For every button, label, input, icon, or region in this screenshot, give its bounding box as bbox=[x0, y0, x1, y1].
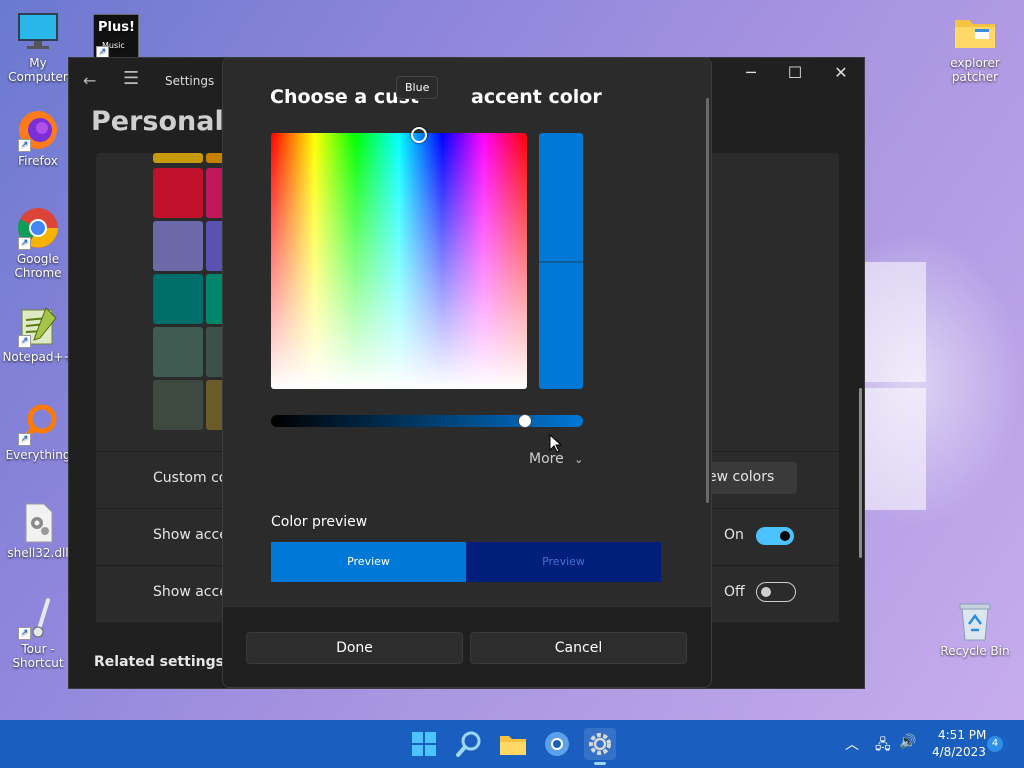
recycle-bin-icon bbox=[953, 598, 997, 642]
view-colors-label: ew colors bbox=[708, 469, 775, 485]
search-button[interactable] bbox=[453, 728, 485, 760]
done-button[interactable]: Done bbox=[246, 632, 463, 664]
desktop-icon-label: My Computer bbox=[8, 56, 68, 84]
start-button[interactable] bbox=[408, 728, 440, 760]
desktop-icon-label: Everything bbox=[5, 448, 71, 462]
wallpaper-logo-pane bbox=[864, 388, 926, 510]
mouse-cursor-icon bbox=[549, 434, 563, 453]
desktop-icon-chrome[interactable]: ↗ Google Chrome bbox=[0, 206, 76, 280]
desktop-icon-plus-music[interactable]: Plus! Music ↗ bbox=[78, 14, 154, 62]
chrome-icon: ↗ bbox=[16, 206, 60, 250]
windows-logo-icon bbox=[412, 732, 436, 756]
plus-music-icon: Plus! Music ↗ bbox=[93, 14, 139, 60]
color-spectrum[interactable] bbox=[271, 133, 527, 389]
dialog-scrollbar[interactable] bbox=[706, 98, 709, 503]
dialog-title-part2: accent color bbox=[471, 86, 602, 108]
clock-time[interactable]: 4:51 PM bbox=[938, 728, 986, 742]
back-arrow-icon[interactable]: ← bbox=[83, 71, 96, 90]
desktop-icon-label: explorer patcher bbox=[950, 56, 1000, 84]
desktop-icon-label: Google Chrome bbox=[14, 252, 62, 280]
chevron-down-icon: ⌄ bbox=[574, 453, 584, 466]
dll-file-icon bbox=[16, 500, 60, 544]
value-slider[interactable] bbox=[271, 414, 583, 428]
clock-date[interactable]: 4/8/2023 bbox=[932, 745, 986, 759]
cancel-button[interactable]: Cancel bbox=[470, 632, 687, 664]
desktop-icon-my-computer[interactable]: My Computer bbox=[0, 10, 76, 84]
maximize-button[interactable]: ☐ bbox=[772, 58, 818, 88]
accent-swatch[interactable] bbox=[153, 380, 203, 430]
shortcut-arrow-icon: ↗ bbox=[18, 627, 31, 640]
accent-swatch[interactable] bbox=[153, 274, 203, 324]
search-icon bbox=[456, 731, 481, 757]
accent-titlebar-toggle[interactable] bbox=[756, 582, 796, 602]
shortcut-arrow-icon: ↗ bbox=[18, 237, 31, 250]
hamburger-menu-icon[interactable]: ☰ bbox=[123, 68, 139, 89]
color-preview-label: Color preview bbox=[271, 514, 368, 530]
everything-icon: ↗ bbox=[16, 402, 60, 446]
desktop-icon-label: Tour - Shortcut bbox=[12, 642, 64, 670]
accent-swatch[interactable] bbox=[153, 221, 203, 271]
desktop-icon-shell32[interactable]: shell32.dll bbox=[0, 500, 76, 560]
custom-colors-label: Custom col bbox=[153, 470, 232, 486]
desktop-icon-label: shell32.dll bbox=[7, 546, 69, 560]
desktop-icon-everything[interactable]: ↗ Everything bbox=[0, 402, 76, 462]
accent-swatch[interactable] bbox=[153, 153, 203, 163]
preview-light: Preview bbox=[271, 542, 466, 582]
preview-dark: Preview bbox=[466, 542, 661, 582]
computer-icon bbox=[16, 10, 60, 54]
network-icon[interactable]: 🖧 bbox=[875, 734, 891, 758]
wallpaper-logo-pane bbox=[864, 262, 926, 382]
selected-color-swatch bbox=[539, 133, 583, 389]
folder-icon bbox=[953, 10, 997, 54]
firefox-icon: ↗ bbox=[16, 108, 60, 152]
notification-badge[interactable]: 4 bbox=[987, 736, 1003, 752]
toggle-state-label: On bbox=[724, 527, 744, 543]
spectrum-picker-handle[interactable] bbox=[411, 127, 427, 143]
active-indicator bbox=[594, 762, 606, 765]
swatch-divider bbox=[539, 261, 583, 263]
chevron-up-icon[interactable]: ︿ bbox=[845, 734, 859, 754]
chrome-icon bbox=[545, 732, 569, 756]
toggle-knob bbox=[780, 531, 790, 541]
toggle-knob bbox=[761, 587, 771, 597]
minimize-button[interactable]: ─ bbox=[728, 58, 774, 88]
gear-icon bbox=[589, 733, 611, 755]
accent-swatch[interactable] bbox=[153, 168, 203, 218]
desktop-icon-explorer-patcher[interactable]: explorer patcher bbox=[937, 10, 1013, 84]
shortcut-arrow-icon: ↗ bbox=[18, 433, 31, 446]
settings-scrollbar[interactable] bbox=[859, 388, 862, 558]
color-name-tooltip: Blue bbox=[396, 76, 439, 99]
desktop-icon-notepadpp[interactable]: ↗ Notepad++ bbox=[0, 304, 76, 364]
desktop-icon-tour[interactable]: ↗ Tour - Shortcut bbox=[0, 596, 76, 670]
value-slider-thumb[interactable] bbox=[517, 414, 532, 428]
settings-taskbar-button[interactable] bbox=[584, 728, 616, 765]
file-explorer-button[interactable] bbox=[497, 728, 529, 760]
related-settings-heading: Related settings bbox=[94, 654, 224, 670]
desktop-icon-firefox[interactable]: ↗ Firefox bbox=[0, 108, 76, 168]
volume-icon[interactable]: 🔊 bbox=[899, 734, 916, 750]
accent-swatch[interactable] bbox=[153, 327, 203, 377]
chrome-taskbar-button[interactable] bbox=[541, 728, 573, 760]
desktop-icon-label: Notepad++ bbox=[2, 350, 74, 364]
toggle-state-label: Off bbox=[724, 584, 745, 600]
shortcut-arrow-icon: ↗ bbox=[18, 139, 31, 152]
desktop-icon-recycle-bin[interactable]: Recycle Bin bbox=[937, 598, 1013, 658]
taskbar: ︿ 🖧 🔊 4:51 PM 4/8/2023 4 bbox=[0, 720, 1024, 768]
close-button[interactable]: ✕ bbox=[818, 58, 864, 88]
notepadpp-icon: ↗ bbox=[16, 304, 60, 348]
tour-icon: ↗ bbox=[16, 596, 60, 640]
shortcut-arrow-icon: ↗ bbox=[18, 335, 31, 348]
custom-accent-dialog: Choose a cust accent color Blue More ⌄ Co… bbox=[222, 57, 712, 688]
accent-start-toggle[interactable] bbox=[756, 527, 794, 545]
folder-icon bbox=[500, 736, 526, 755]
plus-music-text: Plus! bbox=[98, 20, 135, 35]
dialog-footer: Done Cancel bbox=[223, 606, 711, 687]
settings-title: Settings bbox=[165, 74, 215, 88]
view-colors-button[interactable]: ew colors bbox=[702, 462, 797, 494]
desktop-icon-label: Firefox bbox=[18, 154, 58, 168]
desktop-icon-label: Recycle Bin bbox=[940, 644, 1010, 658]
